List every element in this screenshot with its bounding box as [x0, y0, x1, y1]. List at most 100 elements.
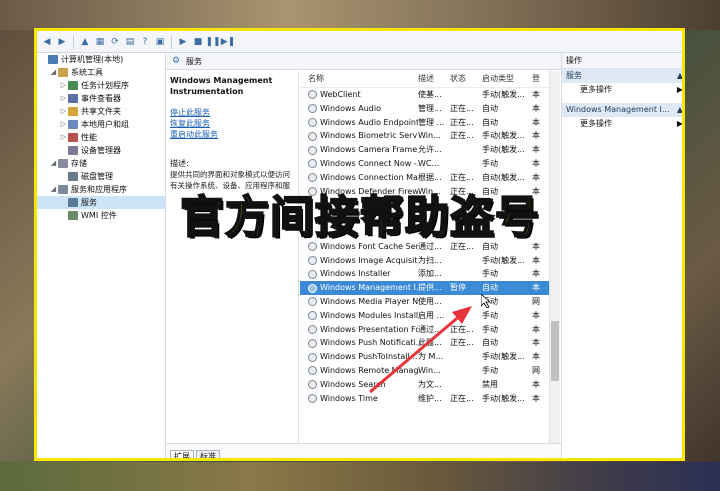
tree-node-icon: [68, 146, 78, 155]
tree-item[interactable]: ▷ 任务计划程序: [37, 79, 165, 92]
show-tree-icon[interactable]: ▦: [94, 36, 106, 48]
cell-logon: 本: [532, 350, 542, 364]
column-name[interactable]: 名称: [300, 71, 418, 87]
restart-service-icon[interactable]: ▶❚: [221, 36, 235, 48]
table-row[interactable]: Windows Camera Frame ... 允许... 手动(触发... 本: [300, 143, 560, 157]
help-icon[interactable]: ?: [139, 36, 151, 48]
tree-node-icon: [68, 133, 78, 142]
resume-service-link[interactable]: 恢复此服务: [170, 118, 294, 129]
cell-text: Windows Connection Ma...: [320, 172, 418, 182]
tree-item[interactable]: 设备管理器: [37, 144, 165, 157]
tree-item[interactable]: 磁盘管理: [37, 170, 165, 183]
cell-status: [450, 267, 482, 281]
cell-text: 本: [532, 283, 540, 293]
expand-icon[interactable]: ▷: [59, 105, 68, 118]
cell-startup: 自动: [482, 116, 532, 130]
cell-name: Windows Connection Ma...: [300, 171, 418, 185]
table-row[interactable]: Windows Search 为文... 禁用 本: [300, 378, 560, 392]
table-row[interactable]: Windows Image Acquisiti... 为扫... 手动(触发... 本: [300, 254, 560, 268]
service-gear-icon: [308, 338, 317, 348]
tree-item[interactable]: ◢ 系统工具: [37, 66, 165, 79]
tree-item[interactable]: ◢ 存储: [37, 157, 165, 170]
export-list-icon[interactable]: ▤: [124, 36, 136, 48]
start-service-icon[interactable]: ▶: [177, 36, 189, 48]
cell-desc: 为文...: [418, 378, 450, 392]
expand-icon[interactable]: ▷: [59, 79, 68, 92]
cell-desc: 使用...: [418, 295, 450, 309]
table-row[interactable]: Windows Time 维护... 正在... 手动(触发... 本: [300, 392, 560, 406]
tab-extended[interactable]: 扩展: [170, 450, 194, 458]
column-logon[interactable]: 登: [532, 71, 542, 87]
column-status[interactable]: 状态: [450, 71, 482, 87]
cell-startup: 禁用: [482, 378, 532, 392]
table-row[interactable]: Windows Biometric Servi... Win... 正在... 手动(…: [300, 129, 560, 143]
tree-item[interactable]: ▷ 性能: [37, 131, 165, 144]
table-row[interactable]: Windows PushToInstall... 为 M... 手动(触发... 本: [300, 350, 560, 364]
table-row[interactable]: Windows Connect Now -... WC... 手动 本: [300, 157, 560, 171]
column-startup-type[interactable]: 启动类型: [482, 71, 532, 87]
cell-name: Windows Audio: [300, 102, 418, 116]
stop-service-link[interactable]: 停止此服务: [170, 107, 294, 118]
more-actions-item[interactable]: 更多操作 ▶: [562, 83, 682, 97]
table-row[interactable]: Windows Presentation Fo... 通过... 正在... 手动 本: [300, 323, 560, 337]
actions-section-wmi[interactable]: Windows Management I... ▲: [562, 103, 682, 117]
cell-logon: 本: [532, 129, 542, 143]
column-description[interactable]: 描述: [418, 71, 450, 87]
table-row[interactable]: Windows Media Player N... 使用... 手动网: [300, 295, 560, 309]
restart-service-link[interactable]: 重启动此服务: [170, 129, 294, 140]
stop-service-icon[interactable]: ■: [192, 36, 204, 48]
expand-icon[interactable]: ▷: [59, 131, 68, 144]
table-row[interactable]: Windows Connection Ma... 根据... 正在... 自动(触发.…: [300, 171, 560, 185]
cell-startup: 手动: [482, 364, 532, 378]
table-row[interactable]: Windows Audio 管理... 正在... 自动 本: [300, 102, 560, 116]
expand-icon[interactable]: ▷: [59, 92, 68, 105]
back-icon[interactable]: ◀: [41, 36, 53, 48]
actions-section-services[interactable]: 服务 ▲: [562, 69, 682, 83]
expand-icon[interactable]: ▷: [59, 118, 68, 131]
table-row[interactable]: Windows Modules Install... 启用 ... 手动 本: [300, 309, 560, 323]
table-row[interactable]: Windows Installer 添加... 手动 本: [300, 267, 560, 281]
cell-text: 手动(触发...: [482, 352, 525, 362]
service-gear-icon: [308, 297, 317, 307]
forward-icon[interactable]: ▶: [56, 36, 68, 48]
cell-text: 手动(触发...: [482, 131, 525, 141]
cell-desc: 通过...: [418, 323, 450, 337]
pause-service-icon[interactable]: ❚❚: [205, 36, 220, 48]
tree-node-icon: [68, 120, 78, 129]
properties-icon[interactable]: ▣: [154, 36, 166, 48]
tree-item[interactable]: ▷ 共享文件夹: [37, 105, 165, 118]
cell-name: Windows Media Player N...: [300, 295, 418, 309]
table-row[interactable]: Windows Audio Endpoint... 管理 ... 正在... 自动 本: [300, 116, 560, 130]
cell-text: 正在...: [450, 117, 474, 127]
more-actions-item[interactable]: 更多操作 ▶: [562, 117, 682, 131]
table-row[interactable]: Windows Remote Manag... Win... 手动 网: [300, 364, 560, 378]
table-row[interactable]: Windows Push Notificati... 此服... 正在... 自动 本: [300, 336, 560, 350]
up-folder-icon[interactable]: ▲: [79, 36, 91, 48]
collapse-icon[interactable]: ▲: [677, 69, 682, 83]
table-row[interactable]: Windows Management I... 提供... 暂停 自动 本: [300, 281, 560, 295]
toolbar-divider: [171, 34, 172, 49]
expand-icon[interactable]: ◢: [49, 157, 58, 170]
tree-item[interactable]: ▷ 事件查看器: [37, 92, 165, 105]
collapse-icon[interactable]: ▲: [677, 103, 682, 117]
table-row[interactable]: WebClient 使基... 手动(触发... 本: [300, 88, 560, 102]
cell-name: Windows Time: [300, 392, 418, 406]
expand-icon[interactable]: ◢: [49, 66, 58, 79]
cell-text: 正在...: [450, 338, 474, 348]
cell-name: Windows Presentation Fo...: [300, 323, 418, 337]
scrollbar-thumb[interactable]: [551, 321, 559, 381]
cell-logon: 本: [532, 281, 542, 295]
cell-text: 本: [532, 131, 540, 141]
mouse-cursor-icon: [481, 294, 491, 308]
cell-name: Windows Biometric Servi...: [300, 129, 418, 143]
tree-item[interactable]: 计算机管理(本地): [37, 53, 165, 66]
vertical-scrollbar[interactable]: [549, 71, 560, 443]
cell-name: Windows Management I...: [300, 281, 418, 295]
cell-text: WC...: [418, 158, 440, 168]
cell-text: 为扫...: [418, 255, 442, 265]
tree-item[interactable]: ▷ 本地用户和组: [37, 118, 165, 131]
cell-name: Windows Search: [300, 378, 418, 392]
cell-status: [450, 157, 482, 171]
refresh-icon[interactable]: ⟳: [109, 36, 121, 48]
tab-standard[interactable]: 标准: [196, 450, 220, 458]
